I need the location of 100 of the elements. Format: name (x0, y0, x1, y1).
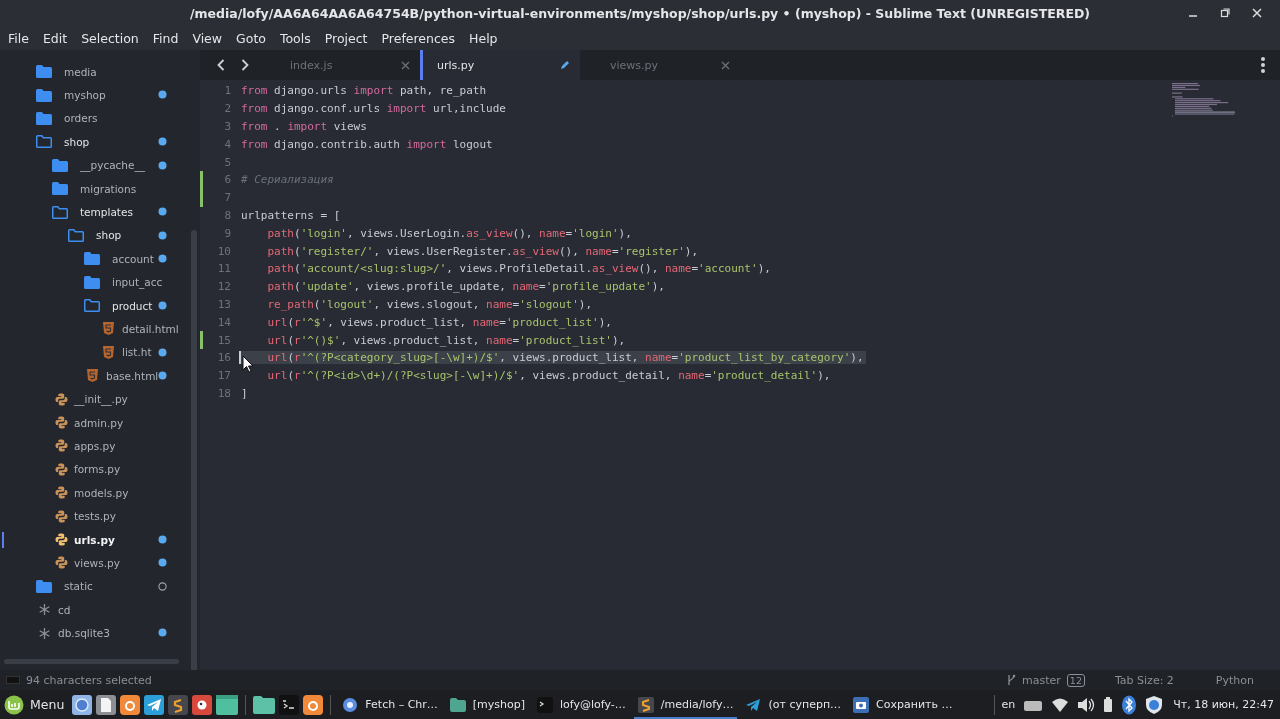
sidebar-item[interactable]: views.py (0, 551, 200, 575)
folder-icon (36, 88, 52, 102)
sidebar-item[interactable]: myshop (0, 83, 200, 107)
html-file-icon (103, 345, 114, 359)
sidebar-item[interactable]: list.ht (0, 340, 200, 365)
code-line: from django.urls import path, re_path (241, 84, 488, 98)
line-number: 14 (216, 315, 231, 329)
python-file-icon (55, 462, 68, 476)
syntax-selector[interactable]: Python (1215, 673, 1254, 687)
menu-item[interactable]: Selection (81, 31, 146, 46)
menu-item[interactable]: View (192, 31, 230, 46)
sidebar-item[interactable]: apps.py (0, 434, 200, 458)
keyboard-layout[interactable]: en (1001, 698, 1016, 711)
taskbar-window[interactable]: [myshop] (445, 690, 530, 719)
maximize-icon[interactable] (1220, 8, 1230, 18)
line-number: 16 (216, 351, 231, 365)
menu-item[interactable]: Edit (42, 31, 75, 46)
battery-icon[interactable] (1103, 696, 1114, 713)
sidebar-item[interactable]: tests.py (0, 504, 200, 528)
forward-icon[interactable] (240, 58, 250, 72)
sidebar-item[interactable]: orders (0, 106, 200, 131)
code-line: urlpatterns = [ (241, 208, 342, 222)
folder-icon (52, 158, 68, 172)
taskbar-window[interactable]: Сохранить … (849, 690, 957, 719)
code-line: # Сериализация (241, 173, 335, 187)
sidebar-item[interactable]: account (0, 247, 200, 271)
scrollbar[interactable] (4, 659, 179, 664)
mouse-cursor-icon (242, 355, 254, 373)
more-icon[interactable] (1260, 56, 1266, 74)
code-line: path('account/<slug:slug>/', views.ProfileDetail.as_view(), name='account'), (266, 262, 772, 276)
taskbar-window[interactable]: (от суперп… (741, 690, 846, 719)
document-launcher-icon[interactable] (96, 694, 117, 715)
line-number: 7 (223, 191, 231, 205)
sidebar-item[interactable]: migrations (0, 176, 200, 201)
sidebar-item[interactable]: forms.py (0, 457, 200, 482)
code-line: path('login', views.UserLogin.as_view(), name='login'), (266, 226, 633, 240)
sidebar-item[interactable]: static (0, 574, 200, 598)
sidebar-item[interactable]: models.py (0, 481, 200, 505)
menu-item[interactable]: Goto (236, 31, 273, 46)
clock[interactable]: Чт, 18 июн, 22:47 (1173, 698, 1274, 711)
shield-icon[interactable] (1145, 694, 1164, 715)
sidebar-item[interactable]: shop (0, 223, 200, 248)
folder-icon (36, 65, 52, 79)
menu-item[interactable]: Tools (279, 31, 318, 46)
asterisk-icon (39, 604, 50, 616)
code-line: url(r'^$', views.product_list, name='product_list'), (266, 315, 613, 329)
back-icon[interactable] (216, 58, 226, 72)
taskbar-window[interactable]: lofy@lofy-… (533, 690, 630, 719)
browser-icon (342, 696, 359, 713)
menu-item[interactable]: Preferences (381, 31, 463, 46)
taskbar-window[interactable]: Fetch – Chr… (338, 690, 442, 719)
sidebar-item[interactable]: admin.py (0, 410, 200, 435)
folder-icon (84, 252, 100, 266)
code-line: from . import views (241, 120, 368, 133)
editor-tab[interactable]: urls.py (420, 50, 580, 80)
start-menu-button[interactable]: Menu (4, 694, 69, 715)
sidebar-item[interactable]: input_acc (0, 270, 200, 294)
sidebar-item[interactable]: cd (0, 598, 200, 622)
window-launcher-icon[interactable] (216, 694, 239, 715)
sidebar-item[interactable]: db.sqlite3 (0, 621, 200, 645)
git-branch[interactable]: master (1022, 673, 1061, 687)
menu-item[interactable]: Help (469, 31, 505, 46)
line-number: 6 (223, 173, 231, 187)
line-number: 1 (223, 84, 231, 98)
folder-icon (36, 135, 52, 149)
branch-icon (1007, 674, 1017, 686)
paint-launcher-icon[interactable] (192, 694, 213, 715)
menu-item[interactable]: File (8, 31, 36, 46)
volume-icon[interactable] (1077, 696, 1096, 713)
code-line: ] (241, 386, 249, 400)
window-title: /media/lofy/AA6A64AA6A64754B/python-virtual-environments/myshop/shop/urls.py • (myshop) - Sublime Text (UNREGISTERED) (189, 6, 1091, 21)
line-number: 4 (223, 137, 231, 151)
line-number: 8 (223, 208, 231, 222)
code-line: path('register/', views.UserRegister.as_view(), name='register'), (266, 244, 700, 258)
python-file-icon (55, 439, 68, 453)
python-file-icon (55, 416, 68, 430)
scrollbar[interactable] (191, 230, 197, 670)
wifi-icon[interactable] (1051, 696, 1070, 713)
sidebar-item[interactable]: base.html (0, 364, 200, 388)
sidebar-item[interactable]: __pycache__ (0, 153, 200, 177)
taskbar-window[interactable]: /media/lofy… (633, 690, 738, 719)
sidebar-item[interactable]: media (0, 60, 200, 84)
terminal-launcher-icon[interactable] (279, 694, 300, 715)
sidebar-item[interactable]: __init__.py (0, 387, 200, 411)
sidebar-item[interactable]: product (0, 293, 200, 318)
menu-item[interactable]: Project (324, 31, 375, 46)
line-number: 10 (216, 244, 231, 258)
line-number: 2 (223, 102, 231, 116)
camera-icon (853, 696, 870, 713)
folder-icon (84, 275, 100, 289)
tab-size[interactable]: Tab Size: 2 (1114, 673, 1174, 687)
folder-launcher-icon[interactable] (253, 695, 276, 714)
menu-item[interactable]: Find (152, 31, 186, 46)
changes-count: 12 (1066, 673, 1085, 687)
browser-launcher-icon[interactable] (72, 694, 93, 715)
sidebar-item[interactable]: shop (0, 130, 200, 154)
bluetooth-icon[interactable] (1121, 694, 1138, 715)
sidebar-item[interactable]: detail.html (0, 317, 200, 341)
sidebar-item[interactable]: templates (0, 200, 200, 224)
sidebar-item[interactable]: urls.py (0, 527, 200, 552)
